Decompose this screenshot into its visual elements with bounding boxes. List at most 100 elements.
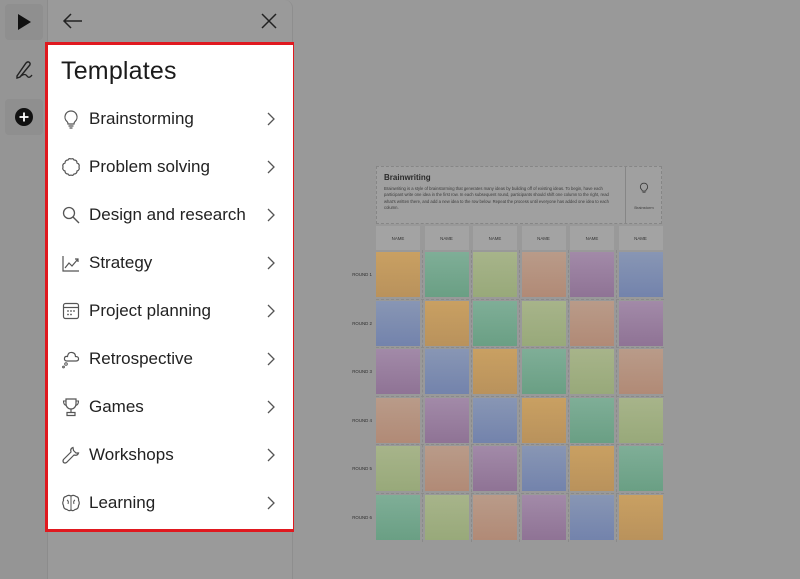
chevron-right-icon	[267, 304, 275, 318]
row-divider	[376, 444, 664, 445]
row-divider	[376, 395, 664, 397]
sticky-note-salmon[interactable]	[473, 494, 517, 540]
sticky-note-blue[interactable]	[376, 300, 420, 346]
sticky-note-lime[interactable]	[424, 494, 469, 540]
sticky-note-blue[interactable]	[473, 397, 517, 443]
sticky-note-green[interactable]	[570, 397, 614, 443]
template-info-card: Brainwriting Brainwriting is a style of …	[376, 166, 662, 224]
sticky-note-salmon[interactable]	[570, 300, 614, 346]
sticky-note-blue[interactable]	[618, 252, 663, 297]
category-learning[interactable]: Learning	[48, 479, 293, 527]
canvas[interactable]: Brainwriting Brainwriting is a style of …	[294, 0, 800, 579]
category-label: Design and research	[89, 205, 246, 224]
sticky-note-green[interactable]	[473, 300, 517, 346]
sticky-note-purple[interactable]	[424, 397, 469, 443]
category-brainstorming[interactable]: Brainstorming	[48, 95, 293, 143]
sticky-note-lime[interactable]	[473, 252, 517, 297]
column-header-row: NAME NAME NAME NAME NAME NAME	[376, 226, 664, 251]
sticky-note-lime[interactable]	[570, 349, 614, 394]
sticky-note-blue[interactable]	[570, 494, 614, 540]
template-category-label: Brainstorm	[634, 205, 654, 210]
round-label: ROUND 5	[352, 466, 372, 471]
round-label: ROUND 1	[352, 272, 372, 277]
chevron-right-icon	[267, 256, 275, 270]
pen-icon	[16, 61, 33, 79]
column-header-name[interactable]: NAME	[424, 226, 469, 250]
search-icon	[62, 206, 80, 224]
panel-title: Templates	[61, 57, 177, 85]
sticky-note-purple[interactable]	[570, 252, 614, 297]
add-tool-button[interactable]	[5, 99, 43, 135]
line-chart-icon	[62, 256, 79, 272]
back-button[interactable]	[60, 8, 86, 34]
sticky-note-lime[interactable]	[521, 300, 566, 346]
category-label: Learning	[89, 493, 156, 512]
row-divider	[376, 492, 664, 494]
sticky-note-green[interactable]	[376, 494, 420, 540]
brainwriting-template-preview[interactable]: Brainwriting Brainwriting is a style of …	[352, 166, 664, 544]
chevron-right-icon	[267, 160, 275, 174]
category-design-and-research[interactable]: Design and research	[48, 191, 293, 239]
close-icon	[261, 13, 277, 29]
column-header-name[interactable]: NAME	[376, 226, 420, 250]
sticky-note-green[interactable]	[521, 349, 566, 394]
round-label: ROUND 4	[352, 417, 372, 423]
sticky-note-salmon[interactable]	[618, 349, 663, 394]
arrow-left-icon	[62, 13, 82, 29]
close-button[interactable]	[256, 8, 282, 34]
column-header-name[interactable]: NAME	[521, 226, 566, 250]
category-retrospective[interactable]: Retrospective	[48, 335, 293, 383]
template-title: Brainwriting	[384, 173, 431, 182]
ink-tool-button[interactable]	[5, 52, 43, 88]
category-label: Brainstorming	[89, 109, 194, 128]
sticky-note-lime[interactable]	[618, 397, 663, 443]
sticky-note-orange[interactable]	[570, 446, 614, 491]
sticky-note-orange[interactable]	[376, 252, 420, 297]
category-problem-solving[interactable]: Problem solving	[48, 143, 293, 191]
round-label: ROUND 6	[352, 514, 372, 520]
category-workshops[interactable]: Workshops	[48, 431, 293, 479]
sticky-note-orange[interactable]	[521, 397, 566, 443]
sticky-note-purple[interactable]	[473, 446, 517, 491]
round-label: ROUND 3	[352, 369, 372, 374]
column-header-name[interactable]: NAME	[473, 226, 517, 250]
chevron-right-icon	[267, 208, 275, 222]
chevron-right-icon	[267, 352, 275, 366]
sticky-note-blue[interactable]	[521, 446, 566, 491]
puzzle-icon	[62, 158, 80, 176]
category-label: Retrospective	[89, 349, 193, 368]
row-divider	[376, 298, 664, 300]
round-label: ROUND 2	[352, 320, 372, 326]
sticky-note-green[interactable]	[618, 446, 663, 491]
calendar-icon	[62, 302, 80, 320]
sticky-note-purple[interactable]	[618, 300, 663, 346]
category-label: Project planning	[89, 301, 211, 320]
category-games[interactable]: Games	[48, 383, 293, 431]
sticky-note-salmon[interactable]	[521, 252, 566, 297]
thought-cloud-icon	[62, 351, 80, 369]
category-strategy[interactable]: Strategy	[48, 239, 293, 287]
sticky-note-orange[interactable]	[618, 494, 663, 540]
row-divider	[376, 347, 664, 348]
sticky-note-orange[interactable]	[473, 349, 517, 394]
sticky-note-lime[interactable]	[376, 446, 420, 491]
sticky-note-salmon[interactable]	[424, 446, 469, 491]
chevron-right-icon	[267, 496, 275, 510]
pointer-arrow-icon	[18, 14, 31, 30]
sticky-note-blue[interactable]	[424, 349, 469, 394]
sticky-note-purple[interactable]	[521, 494, 566, 540]
category-label: Workshops	[89, 445, 174, 464]
sticky-note-purple[interactable]	[376, 349, 420, 394]
category-list: Brainstorming Problem solving Design and…	[48, 95, 293, 527]
column-header-name[interactable]: NAME	[618, 226, 663, 250]
column-header-name[interactable]: NAME	[570, 226, 614, 250]
sticky-note-orange[interactable]	[424, 300, 469, 346]
chevron-right-icon	[267, 400, 275, 414]
category-project-planning[interactable]: Project planning	[48, 287, 293, 335]
template-category-box: Brainstorm	[625, 167, 662, 223]
select-tool-button[interactable]	[5, 4, 43, 40]
sticky-note-salmon[interactable]	[376, 397, 420, 443]
sticky-note-green[interactable]	[424, 252, 469, 297]
chevron-right-icon	[267, 448, 275, 462]
trophy-icon	[62, 398, 80, 417]
